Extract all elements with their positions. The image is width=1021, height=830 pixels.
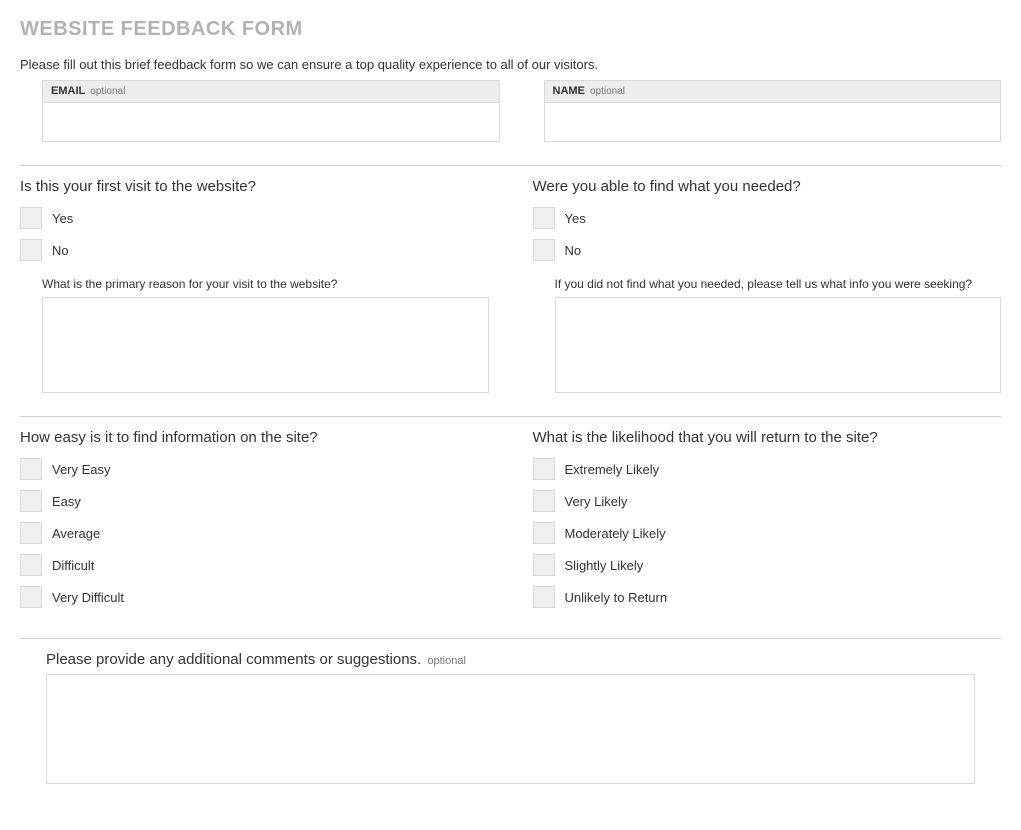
q2-yes-checkbox[interactable] [533, 207, 555, 229]
q3-label-1: Easy [52, 494, 81, 509]
name-field[interactable] [544, 102, 1002, 142]
q3-opt-0: Very Easy [20, 458, 489, 480]
q4-opt-1: Very Likely [533, 490, 1002, 512]
q1-no-label: No [52, 243, 69, 258]
q1-question: Is this your first visit to the website? [20, 178, 489, 195]
q3-checkbox-4[interactable] [20, 586, 42, 608]
q4-label-1: Very Likely [565, 494, 628, 509]
q2-yes-row: Yes [533, 207, 1002, 229]
comments-textarea[interactable] [46, 674, 975, 784]
q4-checkbox-2[interactable] [533, 522, 555, 544]
divider [20, 165, 1001, 166]
divider [20, 638, 1001, 639]
name-header: NAME optional [544, 80, 1002, 102]
q4-opt-0: Extremely Likely [533, 458, 1002, 480]
email-header: EMAIL optional [42, 80, 500, 102]
q2-yes-label: Yes [565, 211, 586, 226]
q3-checkbox-1[interactable] [20, 490, 42, 512]
q4-checkbox-4[interactable] [533, 586, 555, 608]
q4-opt-4: Unlikely to Return [533, 586, 1002, 608]
q3-label-4: Very Difficult [52, 590, 124, 605]
q4-label-3: Slightly Likely [565, 558, 644, 573]
comments-optional: optional [427, 655, 466, 667]
q4-checkbox-0[interactable] [533, 458, 555, 480]
q3-opt-4: Very Difficult [20, 586, 489, 608]
q4-checkbox-3[interactable] [533, 554, 555, 576]
q4-opt-2: Moderately Likely [533, 522, 1002, 544]
q1-textarea[interactable] [42, 297, 489, 393]
q2-question: Were you able to find what you needed? [533, 178, 1002, 195]
q4-label-4: Unlikely to Return [565, 590, 668, 605]
q3-label-2: Average [52, 526, 100, 541]
q3-label-3: Difficult [52, 558, 94, 573]
q2-no-label: No [565, 243, 582, 258]
name-label: NAME [553, 85, 585, 97]
email-optional: optional [90, 86, 125, 97]
comments-label-row: Please provide any additional comments o… [46, 651, 1001, 668]
comments-label: Please provide any additional comments o… [46, 651, 421, 668]
divider [20, 416, 1001, 417]
q1-no-checkbox[interactable] [20, 239, 42, 261]
q1-yes-label: Yes [52, 211, 73, 226]
q3-opt-2: Average [20, 522, 489, 544]
email-field[interactable] [42, 102, 500, 142]
q2-sub-label: If you did not find what you needed, ple… [555, 277, 1002, 291]
q1-yes-row: Yes [20, 207, 489, 229]
name-optional: optional [590, 86, 625, 97]
q2-textarea[interactable] [555, 297, 1002, 393]
q2-no-row: No [533, 239, 1002, 261]
q1-no-row: No [20, 239, 489, 261]
q4-question: What is the likelihood that you will ret… [533, 429, 1002, 446]
q3-label-0: Very Easy [52, 462, 111, 477]
q4-opt-3: Slightly Likely [533, 554, 1002, 576]
q3-checkbox-2[interactable] [20, 522, 42, 544]
q4-label-0: Extremely Likely [565, 462, 660, 477]
email-label: EMAIL [51, 85, 85, 97]
q3-question: How easy is it to find information on th… [20, 429, 489, 446]
q3-opt-3: Difficult [20, 554, 489, 576]
q4-label-2: Moderately Likely [565, 526, 666, 541]
q1-sub-label: What is the primary reason for your visi… [42, 277, 489, 291]
q4-checkbox-1[interactable] [533, 490, 555, 512]
q3-checkbox-0[interactable] [20, 458, 42, 480]
q1-yes-checkbox[interactable] [20, 207, 42, 229]
q3-opt-1: Easy [20, 490, 489, 512]
intro-text: Please fill out this brief feedback form… [20, 57, 1001, 72]
page-title: WEBSITE FEEDBACK FORM [20, 18, 1001, 41]
q2-no-checkbox[interactable] [533, 239, 555, 261]
q3-checkbox-3[interactable] [20, 554, 42, 576]
